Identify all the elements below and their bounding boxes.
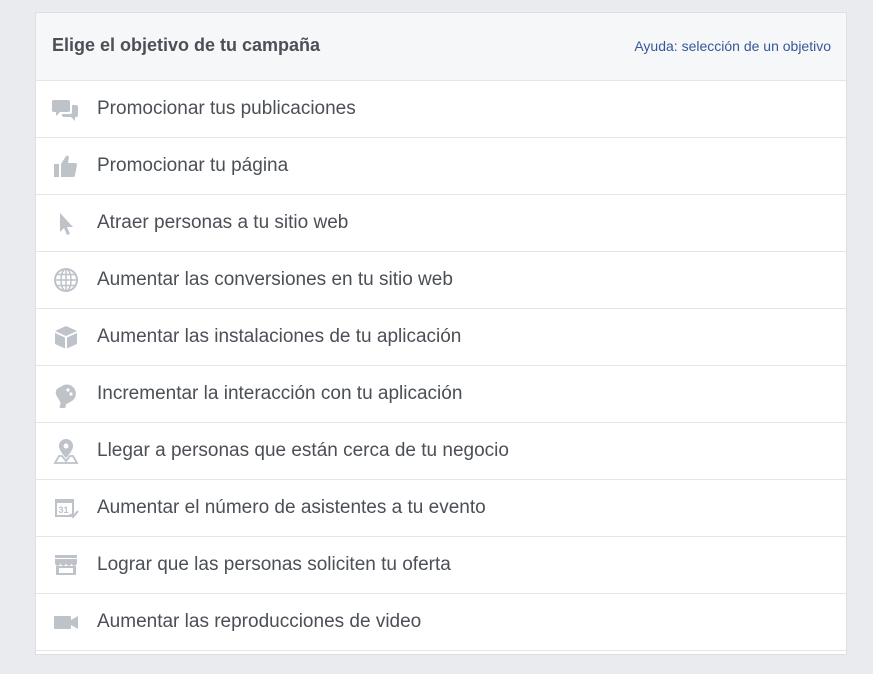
objective-item-event-responses[interactable]: 31 Aumentar el número de asistentes a tu… bbox=[36, 480, 846, 537]
panel-title: Elige el objetivo de tu campaña bbox=[52, 35, 321, 55]
speech-bubbles-icon bbox=[52, 95, 80, 123]
help-link[interactable]: Ayuda: selección de un objetivo bbox=[634, 38, 831, 54]
objective-list: Promocionar tus publicaciones Promociona… bbox=[36, 81, 846, 651]
objective-item-offer-claims[interactable]: Lograr que las personas soliciten tu ofe… bbox=[36, 537, 846, 594]
objective-label: Aumentar las conversiones en tu sitio we… bbox=[97, 269, 453, 290]
box-icon bbox=[52, 323, 80, 351]
objective-label: Lograr que las personas soliciten tu ofe… bbox=[97, 554, 451, 575]
objective-label: Aumentar las reproducciones de video bbox=[97, 611, 422, 632]
panel-header: Elige el objetivo de tu campaña Ayuda: s… bbox=[36, 13, 846, 81]
objective-label: Aumentar las instalaciones de tu aplicac… bbox=[97, 326, 462, 347]
objective-label: Aumentar el número de asistentes a tu ev… bbox=[97, 497, 486, 518]
objective-item-app-installs[interactable]: Aumentar las instalaciones de tu aplicac… bbox=[36, 309, 846, 366]
objective-item-website-conversions[interactable]: Aumentar las conversiones en tu sitio we… bbox=[36, 252, 846, 309]
objective-item-promote-page[interactable]: Promocionar tu página bbox=[36, 138, 846, 195]
calendar-icon: 31 bbox=[52, 494, 80, 522]
objective-label: Incrementar la interacción con tu aplica… bbox=[97, 383, 463, 404]
objective-label: Llegar a personas que están cerca de tu … bbox=[97, 440, 509, 461]
cursor-icon bbox=[52, 209, 80, 237]
thumbs-up-icon bbox=[52, 152, 80, 180]
objective-item-local-awareness[interactable]: Llegar a personas que están cerca de tu … bbox=[36, 423, 846, 480]
objective-item-promote-posts[interactable]: Promocionar tus publicaciones bbox=[36, 81, 846, 138]
objective-item-video-views[interactable]: Aumentar las reproducciones de video bbox=[36, 594, 846, 651]
globe-icon bbox=[52, 266, 80, 294]
campaign-objective-panel: Elige el objetivo de tu campaña Ayuda: s… bbox=[36, 13, 846, 654]
storefront-icon bbox=[52, 551, 80, 579]
objective-label: Promocionar tu página bbox=[97, 155, 289, 176]
gamepad-icon bbox=[52, 380, 80, 408]
objective-label: Atraer personas a tu sitio web bbox=[97, 212, 349, 233]
video-camera-icon bbox=[52, 608, 80, 636]
svg-text:31: 31 bbox=[59, 505, 69, 515]
objective-label: Promocionar tus publicaciones bbox=[97, 98, 356, 119]
objective-item-app-engagement[interactable]: Incrementar la interacción con tu aplica… bbox=[36, 366, 846, 423]
location-pin-icon bbox=[52, 437, 80, 465]
objective-item-website-clicks[interactable]: Atraer personas a tu sitio web bbox=[36, 195, 846, 252]
